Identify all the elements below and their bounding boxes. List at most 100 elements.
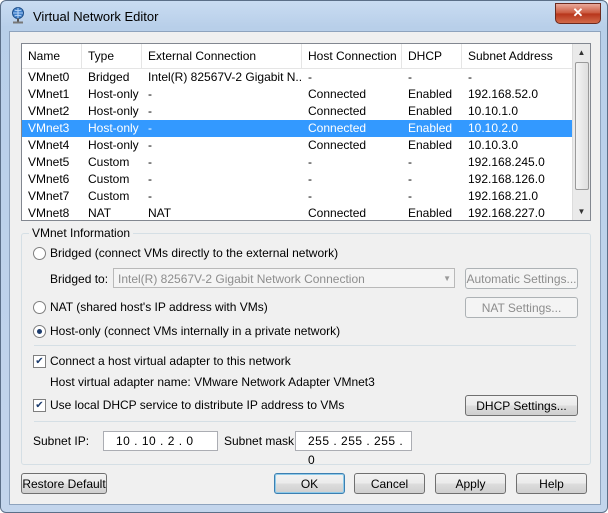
cell-type: Host-only [88, 121, 139, 135]
dialog-body: Name Type External Connection Host Conne… [9, 31, 601, 505]
close-icon: ✕ [572, 5, 584, 20]
cell-name: VMnet3 [28, 121, 70, 135]
cell-type: Custom [88, 172, 130, 186]
dhcp-checkbox[interactable]: ✔ [33, 399, 46, 412]
table-row[interactable]: VMnet4 Host-only - Connected Enabled 10.… [22, 137, 573, 154]
table-row[interactable]: VMnet8 NAT NAT Connected Enabled 192.168… [22, 205, 573, 220]
cell-type: Host-only [88, 138, 139, 152]
ok-button[interactable]: OK [274, 473, 345, 494]
nat-settings-button[interactable]: NAT Settings... [465, 297, 578, 318]
column-header-host-connection[interactable]: Host Connection [302, 44, 402, 68]
table-row[interactable]: VMnet6 Custom - - - 192.168.126.0 [22, 171, 573, 188]
nat-radio[interactable] [33, 301, 46, 314]
separator [34, 345, 576, 346]
cell-subnet-address: 192.168.126.0 [468, 172, 545, 186]
column-header-external-connection[interactable]: External Connection [142, 44, 302, 68]
connect-adapter-label[interactable]: Connect a host virtual adapter to this n… [50, 354, 291, 368]
cell-dhcp: Enabled [408, 138, 453, 152]
list-header: Name Type External Connection Host Conne… [22, 44, 573, 69]
vmnet-list[interactable]: Name Type External Connection Host Conne… [21, 43, 591, 221]
virtual-network-editor-window: Virtual Network Editor ✕ Name Type Exter… [0, 0, 608, 513]
column-header-name[interactable]: Name [22, 44, 82, 68]
subnet-mask-label: Subnet mask: [224, 434, 298, 448]
nat-label[interactable]: NAT (shared host's IP address with VMs) [50, 300, 268, 314]
cell-external-connection: - [148, 87, 152, 101]
dhcp-label[interactable]: Use local DHCP service to distribute IP … [50, 398, 344, 412]
cell-host-connection: - [308, 155, 312, 169]
host-only-label[interactable]: Host-only (connect VMs internally in a p… [50, 324, 340, 338]
cell-dhcp: Enabled [408, 87, 453, 101]
cell-external-connection: - [148, 138, 152, 152]
cell-type: Custom [88, 189, 130, 203]
cell-host-connection: - [308, 172, 312, 186]
cell-dhcp: - [408, 172, 412, 186]
cell-host-connection: - [308, 70, 312, 84]
cell-name: VMnet2 [28, 104, 70, 118]
subnet-ip-input[interactable]: 10 . 10 . 2 . 0 [103, 431, 218, 451]
subnet-ip-label: Subnet IP: [33, 434, 90, 448]
network-globe-icon [12, 7, 24, 24]
column-header-dhcp[interactable]: DHCP [402, 44, 462, 68]
cell-type: Custom [88, 155, 130, 169]
cell-subnet-address: 192.168.245.0 [468, 155, 545, 169]
cell-name: VMnet8 [28, 206, 70, 220]
bridged-label[interactable]: Bridged (connect VMs directly to the ext… [50, 246, 338, 260]
subnet-mask-input[interactable]: 255 . 255 . 255 . 0 [295, 431, 412, 467]
table-row[interactable]: VMnet5 Custom - - - 192.168.245.0 [22, 154, 573, 171]
cell-subnet-address: 192.168.227.0 [468, 206, 545, 220]
table-row[interactable]: VMnet1 Host-only - Connected Enabled 192… [22, 86, 573, 103]
cell-dhcp: - [408, 70, 412, 84]
cell-external-connection: - [148, 172, 152, 186]
cell-name: VMnet4 [28, 138, 70, 152]
host-only-radio[interactable] [33, 325, 46, 338]
cell-subnet-address: 10.10.1.0 [468, 104, 519, 118]
list-scrollbar[interactable]: ▲ ▼ [572, 44, 590, 220]
title-bar: Virtual Network Editor ✕ [1, 1, 607, 31]
cell-host-connection: Connected [308, 87, 367, 101]
cell-host-connection: Connected [308, 206, 367, 220]
scroll-up-arrow-icon[interactable]: ▲ [573, 44, 590, 61]
scrollbar-thumb[interactable] [575, 62, 589, 190]
cell-type: Bridged [88, 70, 130, 84]
cell-external-connection: - [148, 121, 152, 135]
bridged-to-select[interactable]: Intel(R) 82567V-2 Gigabit Network Connec… [113, 268, 455, 288]
bridged-radio[interactable] [33, 247, 46, 260]
connect-adapter-checkbox[interactable]: ✔ [33, 355, 46, 368]
cell-external-connection: NAT [148, 206, 172, 220]
cell-host-connection: Connected [308, 121, 367, 135]
cell-type: Host-only [88, 87, 139, 101]
cell-type: NAT [88, 206, 112, 220]
cell-subnet-address: 10.10.3.0 [468, 138, 519, 152]
table-row[interactable]: VMnet7 Custom - - - 192.168.21.0 [22, 188, 573, 205]
automatic-settings-button[interactable]: Automatic Settings... [465, 268, 578, 289]
apply-button[interactable]: Apply [435, 473, 506, 494]
help-button[interactable]: Help [516, 473, 587, 494]
dhcp-settings-button[interactable]: DHCP Settings... [465, 395, 578, 416]
cell-external-connection: - [148, 155, 152, 169]
cell-subnet-address: 192.168.52.0 [468, 87, 539, 101]
cell-dhcp: - [408, 189, 412, 203]
cell-dhcp: Enabled [408, 121, 453, 135]
scroll-down-arrow-icon[interactable]: ▼ [573, 203, 590, 220]
cell-host-connection: - [308, 189, 312, 203]
restore-default-button[interactable]: Restore Default [21, 473, 107, 494]
cell-name: VMnet7 [28, 189, 70, 203]
column-header-subnet-address[interactable]: Subnet Address [462, 44, 573, 68]
group-label: VMnet Information [29, 226, 134, 240]
window-title: Virtual Network Editor [33, 9, 159, 24]
list-rows: VMnet0 Bridged Intel(R) 82567V-2 Gigabit… [22, 69, 573, 220]
table-row[interactable]: VMnet2 Host-only - Connected Enabled 10.… [22, 103, 573, 120]
cell-name: VMnet6 [28, 172, 70, 186]
cell-host-connection: Connected [308, 104, 367, 118]
cell-host-connection: Connected [308, 138, 367, 152]
cancel-button[interactable]: Cancel [354, 473, 425, 494]
close-button[interactable]: ✕ [555, 3, 601, 24]
chevron-down-icon: ▼ [443, 274, 451, 283]
table-row[interactable]: VMnet0 Bridged Intel(R) 82567V-2 Gigabit… [22, 69, 573, 86]
bridged-to-value: Intel(R) 82567V-2 Gigabit Network Connec… [118, 272, 365, 286]
cell-subnet-address: 10.10.2.0 [468, 121, 519, 135]
cell-external-connection: - [148, 104, 152, 118]
cell-external-connection: Intel(R) 82567V-2 Gigabit N... [148, 70, 302, 84]
table-row-selected[interactable]: VMnet3 Host-only - Connected Enabled 10.… [22, 120, 573, 137]
column-header-type[interactable]: Type [82, 44, 142, 68]
